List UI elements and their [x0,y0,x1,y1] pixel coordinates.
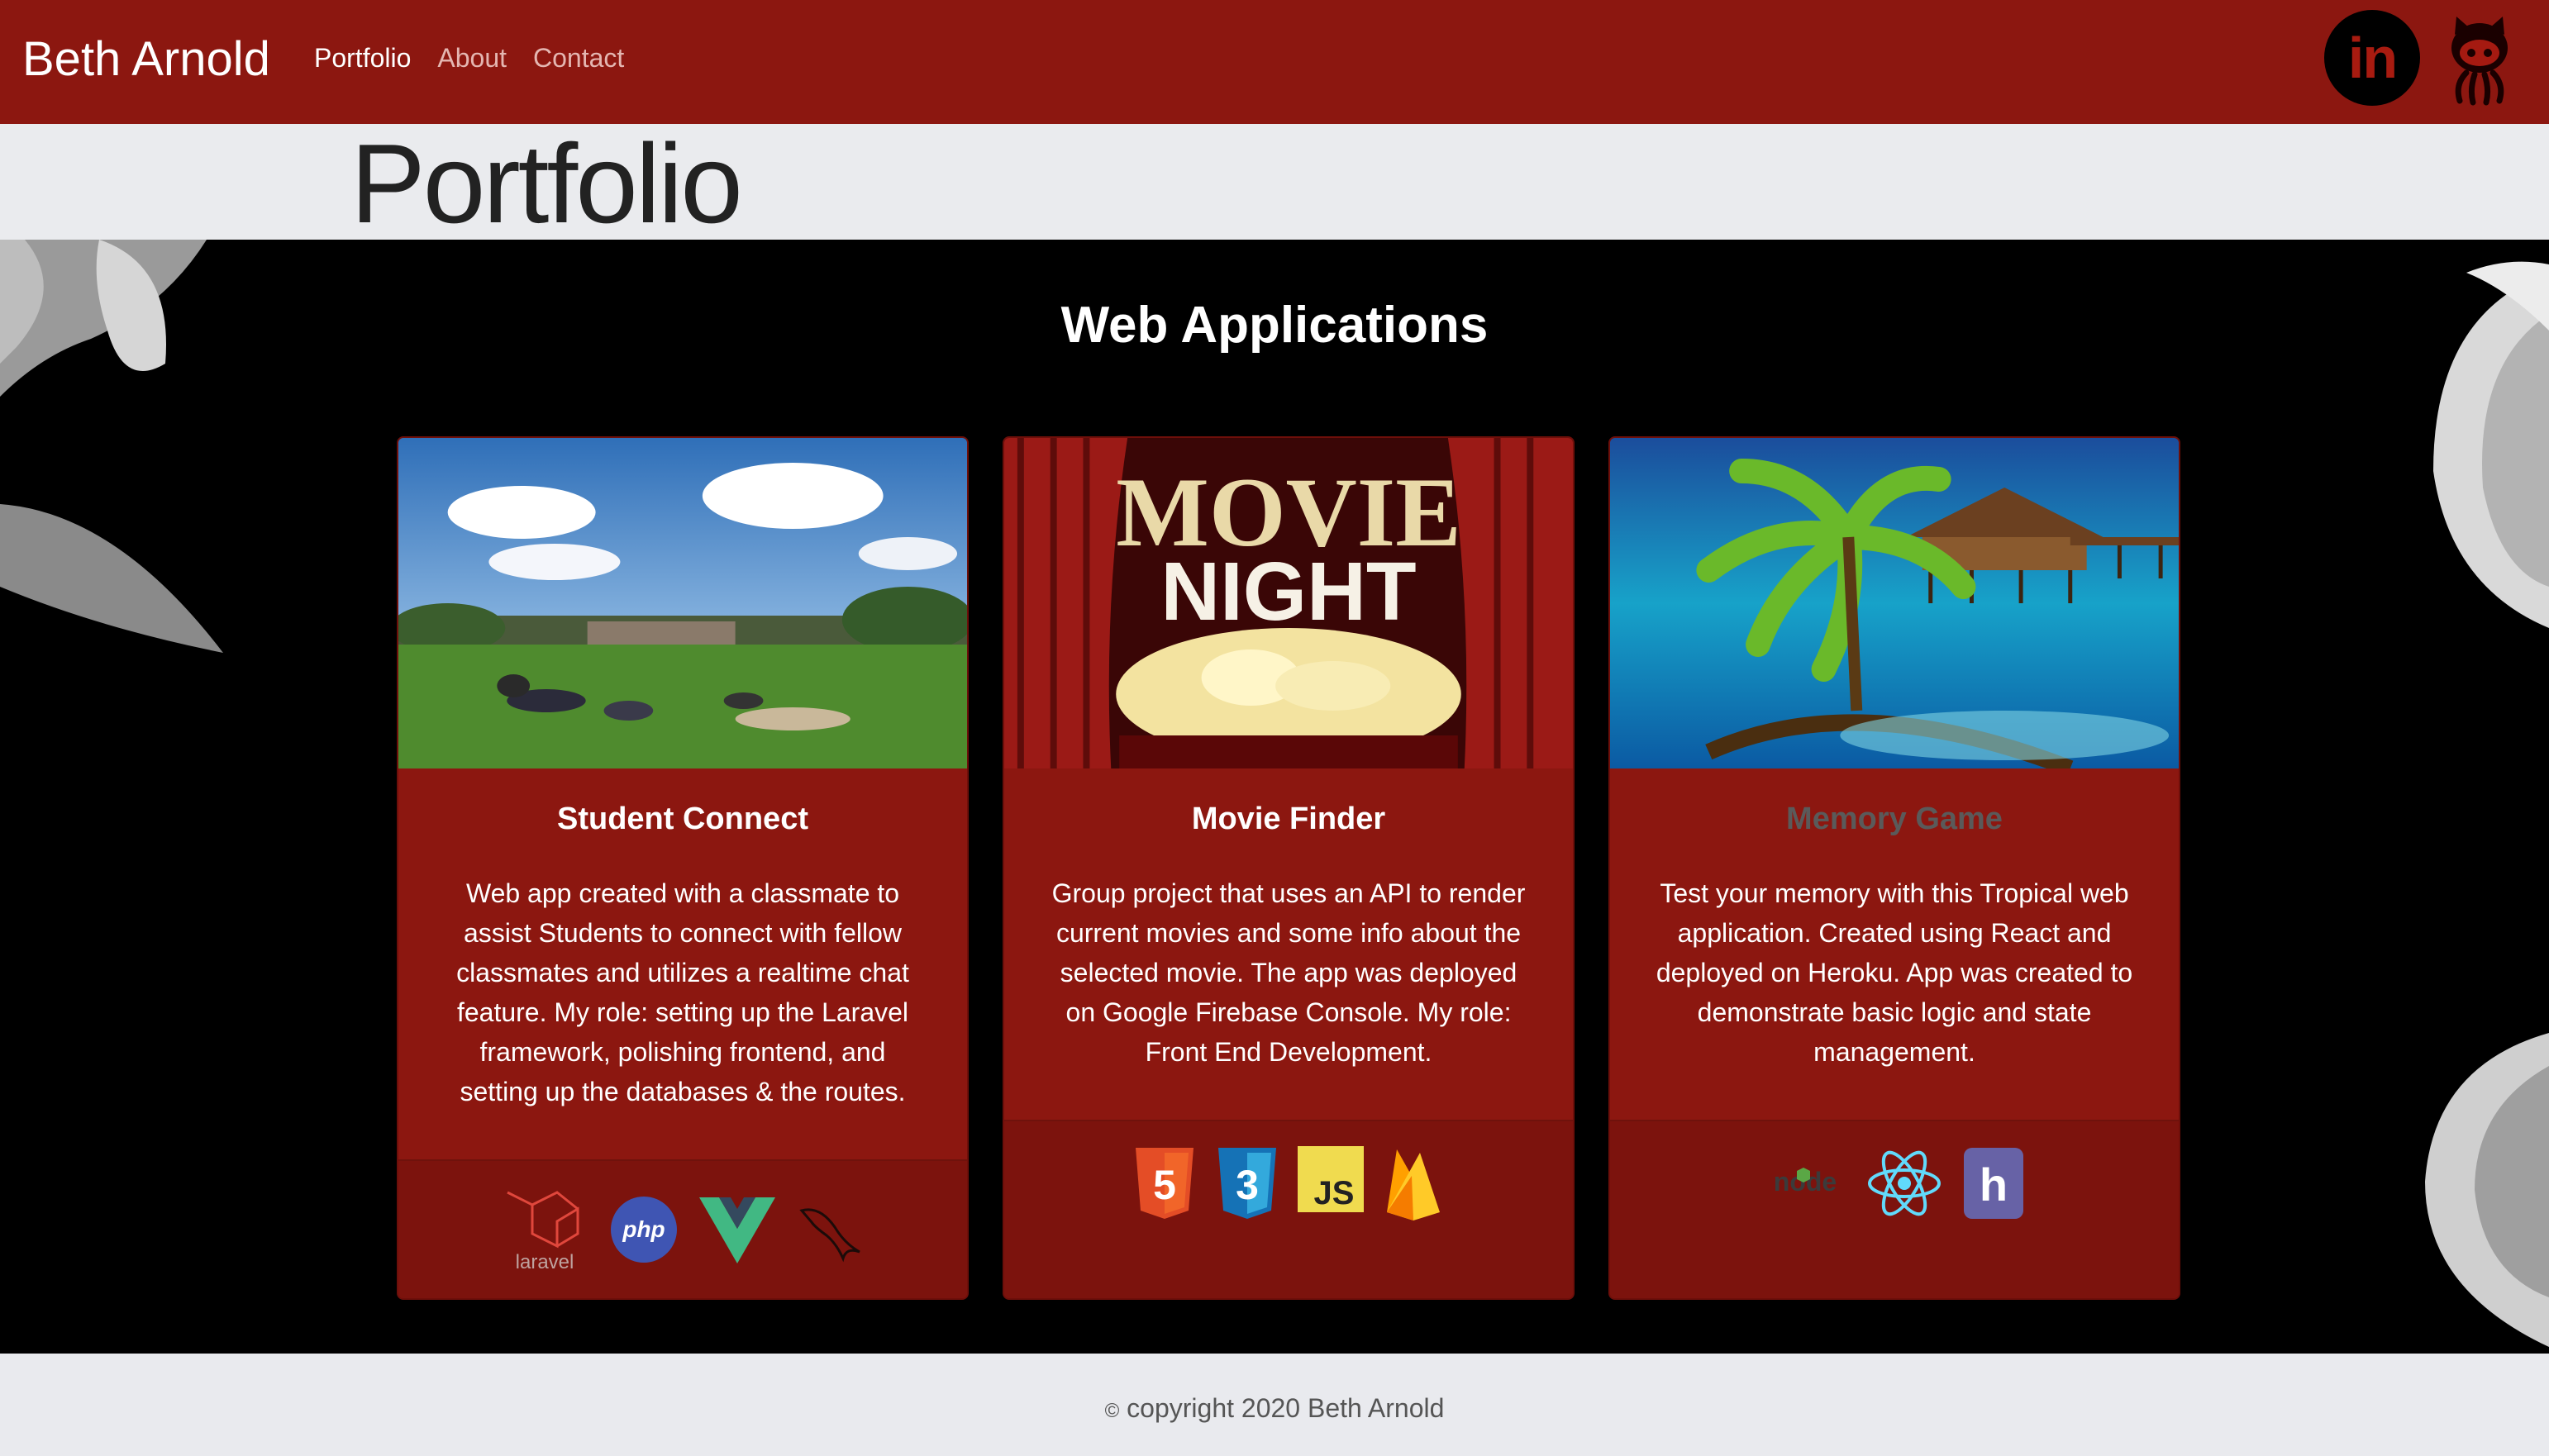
poster-line2: NIGHT [1160,546,1416,638]
nav-link-portfolio[interactable]: Portfolio [314,43,411,74]
card-title[interactable]: Movie Finder [1047,802,1530,837]
css3-icon: 3 [1215,1146,1279,1220]
card-body: Student Connect Web app created with a c… [398,768,967,1159]
card-tech-footer: 5 3 JS [1004,1120,1573,1298]
html5-label: 5 [1153,1162,1176,1208]
html5-icon: 5 [1132,1146,1197,1220]
card-description: Group project that uses an API to render… [1051,878,1526,1067]
copyright-text: © copyright 2020 Beth Arnold [0,1393,2549,1424]
project-card-movie-finder: MOVIE NIGHT Movie Finder Group project t… [1003,436,1575,1300]
flower-decoration-right [2425,261,2549,1347]
js-label: JS [1314,1175,1355,1211]
php-icon: php [608,1194,679,1265]
heroku-label: h [1980,1159,2008,1211]
card-body: Movie Finder Group project that uses an … [1004,768,1573,1120]
page-title: Portfolio [350,121,743,246]
nav-link-about[interactable]: About [437,43,507,74]
project-card-memory-game: Memory Game Test your memory with this T… [1608,436,2180,1300]
card-tech-footer: node h [1610,1120,2179,1298]
firebase-icon [1382,1146,1445,1222]
card-body: Memory Game Test your memory with this T… [1610,768,2179,1120]
copyright-label: copyright 2020 Beth Arnold [1127,1393,1445,1423]
php-label: php [622,1216,665,1242]
linkedin-icon[interactable]: in [2324,10,2420,106]
github-icon[interactable] [2438,10,2521,106]
movie-finder-image[interactable]: MOVIE NIGHT [1004,438,1573,768]
mysql-icon [795,1194,866,1265]
card-tech-footer: laravel php [398,1159,967,1298]
laravel-label: laravel [516,1251,574,1273]
card-title[interactable]: Memory Game [1653,802,2136,837]
nav-links: Portfolio About Contact [314,43,624,74]
copyright-symbol: © [1104,1400,1120,1422]
memory-game-image[interactable] [1610,438,2179,768]
nav-link-contact[interactable]: Contact [533,43,624,74]
project-card-student-connect: Student Connect Web app created with a c… [397,436,969,1300]
main-section: Web Applications Student Connect Web app… [0,240,2549,1354]
javascript-icon: JS [1298,1146,1364,1212]
brand-logo[interactable]: Beth Arnold [22,31,270,87]
css3-label: 3 [1236,1162,1259,1208]
heroku-icon: h [1962,1146,2025,1220]
navbar: Beth Arnold Portfolio About Contact in [0,0,2549,124]
laravel-icon: laravel [499,1184,590,1275]
section-title: Web Applications [1060,297,1489,354]
card-title[interactable]: Student Connect [441,802,924,837]
vue-icon [698,1194,777,1265]
student-connect-image[interactable] [398,438,967,768]
linkedin-icon-text: in [2347,26,2398,90]
social-links: in [2324,10,2521,106]
card-description: Test your memory with this Tropical web … [1656,878,2133,1067]
card-description: Web app created with a classmate to assi… [456,878,909,1106]
react-icon [1865,1146,1944,1220]
page-header: Portfolio [0,121,2549,246]
node-icon: node [1764,1146,1846,1220]
footer: © copyright 2020 Beth Arnold [0,1354,2549,1456]
